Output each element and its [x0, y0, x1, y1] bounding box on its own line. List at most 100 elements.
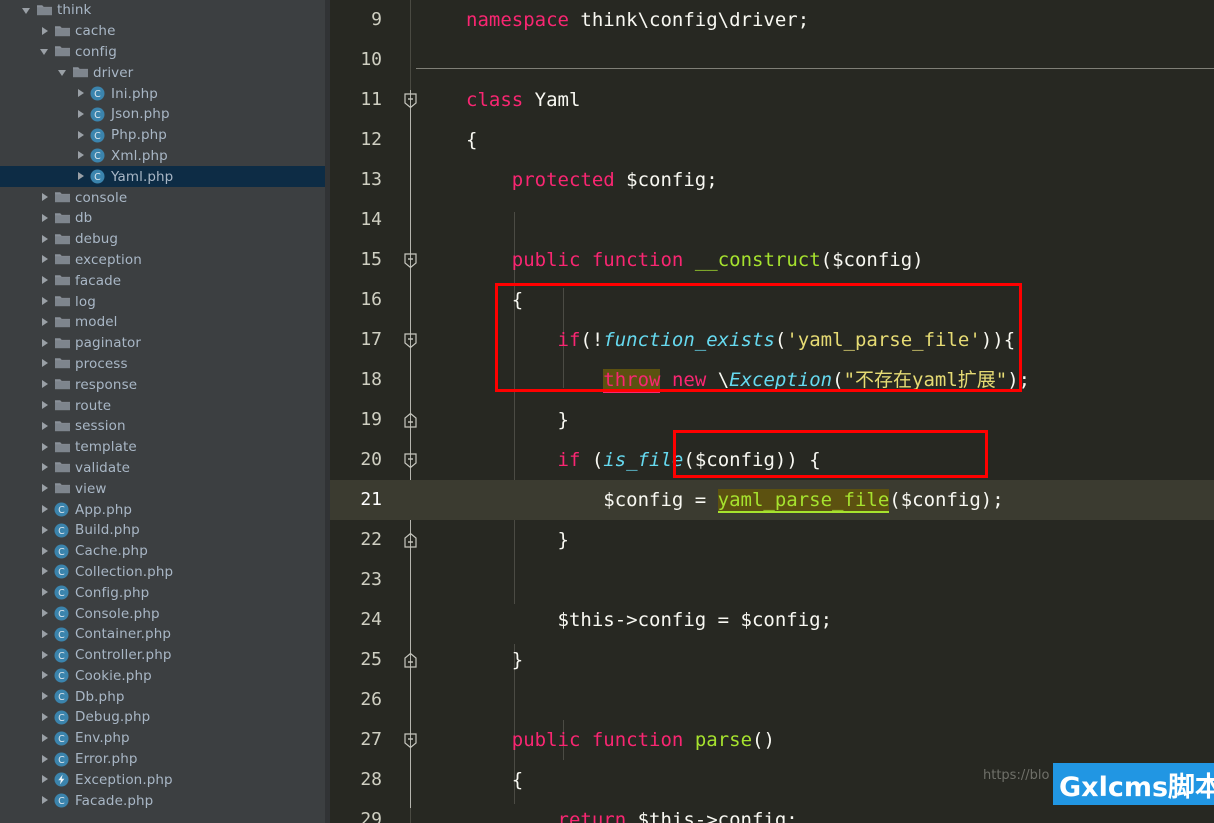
chevron-right-icon[interactable]	[40, 483, 51, 494]
fold-start-icon[interactable]	[402, 452, 419, 469]
tree-item-exception-php[interactable]: Exception.php	[0, 769, 330, 790]
fold-start-icon[interactable]	[402, 732, 419, 749]
fold-start-icon[interactable]	[402, 332, 419, 349]
tree-item-exception[interactable]: exception	[0, 250, 330, 271]
tree-item-log[interactable]: log	[0, 291, 330, 312]
chevron-right-icon[interactable]	[40, 691, 51, 702]
chevron-right-icon[interactable]	[40, 566, 51, 577]
code-line-13[interactable]: 13 protected $config;	[330, 160, 1214, 200]
chevron-right-icon[interactable]	[40, 421, 51, 432]
chevron-right-icon[interactable]	[76, 130, 87, 141]
code-line-17[interactable]: 17 if(!function_exists('yaml_parse_file'…	[330, 320, 1214, 360]
code-line-20[interactable]: 20 if (is_file($config)) {	[330, 440, 1214, 480]
chevron-right-icon[interactable]	[40, 712, 51, 723]
tree-item-response[interactable]: response	[0, 374, 330, 395]
code-line-14[interactable]: 14	[330, 200, 1214, 240]
chevron-right-icon[interactable]	[40, 358, 51, 369]
code-line-18[interactable]: 18 throw new \Exception("不存在yaml扩展");	[330, 360, 1214, 400]
chevron-right-icon[interactable]	[40, 525, 51, 536]
chevron-right-icon[interactable]	[40, 504, 51, 515]
tree-item-route[interactable]: route	[0, 395, 330, 416]
chevron-right-icon[interactable]	[76, 88, 87, 99]
chevron-right-icon[interactable]	[40, 213, 51, 224]
tree-item-env-php[interactable]: C Env.php	[0, 728, 330, 749]
chevron-right-icon[interactable]	[40, 670, 51, 681]
tree-item-debug-php[interactable]: C Debug.php	[0, 707, 330, 728]
tree-item-console[interactable]: console	[0, 187, 330, 208]
tree-item-view[interactable]: view	[0, 478, 330, 499]
tree-item-ini-php[interactable]: C Ini.php	[0, 83, 330, 104]
chevron-right-icon[interactable]	[40, 379, 51, 390]
tree-item-container-php[interactable]: C Container.php	[0, 624, 330, 645]
tree-item-config[interactable]: config	[0, 42, 330, 63]
code-line-19[interactable]: 19 }	[330, 400, 1214, 440]
tree-item-facade[interactable]: facade	[0, 270, 330, 291]
fold-end-icon[interactable]	[402, 532, 419, 549]
chevron-right-icon[interactable]	[40, 338, 51, 349]
chevron-right-icon[interactable]	[40, 442, 51, 453]
code-line-25[interactable]: 25 }	[330, 640, 1214, 680]
chevron-right-icon[interactable]	[40, 795, 51, 806]
chevron-right-icon[interactable]	[40, 296, 51, 307]
tree-item-collection-php[interactable]: C Collection.php	[0, 562, 330, 583]
chevron-right-icon[interactable]	[40, 234, 51, 245]
code-editor[interactable]: 9 namespace think\config\driver; 10 11 class…	[330, 0, 1214, 823]
tree-item-db-php[interactable]: C Db.php	[0, 686, 330, 707]
tree-item-xml-php[interactable]: C Xml.php	[0, 146, 330, 167]
chevron-right-icon[interactable]	[40, 754, 51, 765]
code-line-12[interactable]: 12 {	[330, 120, 1214, 160]
fold-end-icon[interactable]	[402, 412, 419, 429]
code-line-22[interactable]: 22 }	[330, 520, 1214, 560]
chevron-right-icon[interactable]	[40, 733, 51, 744]
chevron-down-icon[interactable]	[58, 67, 69, 78]
code-line-23[interactable]: 23	[330, 560, 1214, 600]
tree-item-model[interactable]: model	[0, 312, 330, 333]
tree-item-php-php[interactable]: C Php.php	[0, 125, 330, 146]
chevron-right-icon[interactable]	[40, 629, 51, 640]
code-line-15[interactable]: 15 public function __construct($config)	[330, 240, 1214, 280]
tree-item-app-php[interactable]: C App.php	[0, 499, 330, 520]
fold-end-icon[interactable]	[402, 652, 419, 669]
code-line-11[interactable]: 11 class Yaml	[330, 80, 1214, 120]
tree-item-db[interactable]: db	[0, 208, 330, 229]
tree-item-console-php[interactable]: C Console.php	[0, 603, 330, 624]
chevron-right-icon[interactable]	[40, 587, 51, 598]
tree-item-cache[interactable]: cache	[0, 21, 330, 42]
chevron-right-icon[interactable]	[76, 109, 87, 120]
code-line-10[interactable]: 10	[330, 40, 1214, 80]
project-tree[interactable]: think cache config driver C Ini.php C Json.php C…	[0, 0, 330, 811]
tree-item-process[interactable]: process	[0, 354, 330, 375]
chevron-right-icon[interactable]	[40, 254, 51, 265]
fold-start-icon[interactable]	[402, 252, 419, 269]
tree-item-driver[interactable]: driver	[0, 62, 330, 83]
tree-item-cache-php[interactable]: C Cache.php	[0, 541, 330, 562]
chevron-right-icon[interactable]	[40, 462, 51, 473]
sidebar-scrollbar-track[interactable]	[318, 0, 325, 823]
chevron-right-icon[interactable]	[40, 608, 51, 619]
chevron-right-icon[interactable]	[40, 546, 51, 557]
chevron-right-icon[interactable]	[40, 275, 51, 286]
fold-start-icon[interactable]	[402, 92, 419, 109]
code-line-27[interactable]: 27 public function parse()	[330, 720, 1214, 760]
chevron-down-icon[interactable]	[40, 46, 51, 57]
chevron-right-icon[interactable]	[76, 171, 87, 182]
chevron-right-icon[interactable]	[40, 650, 51, 661]
chevron-right-icon[interactable]	[40, 317, 51, 328]
tree-item-yaml-php[interactable]: C Yaml.php	[0, 166, 330, 188]
tree-item-think[interactable]: think	[0, 0, 330, 21]
tree-item-session[interactable]: session	[0, 416, 330, 437]
tree-item-debug[interactable]: debug	[0, 229, 330, 250]
tree-item-build-php[interactable]: C Build.php	[0, 520, 330, 541]
chevron-right-icon[interactable]	[40, 26, 51, 37]
tree-item-validate[interactable]: validate	[0, 458, 330, 479]
tree-item-paginator[interactable]: paginator	[0, 333, 330, 354]
tree-item-facade-php[interactable]: C Facade.php	[0, 790, 330, 811]
tree-item-error-php[interactable]: C Error.php	[0, 749, 330, 770]
chevron-right-icon[interactable]	[76, 150, 87, 161]
tree-item-controller-php[interactable]: C Controller.php	[0, 645, 330, 666]
project-tree-sidebar[interactable]: think cache config driver C Ini.php C Json.php C…	[0, 0, 330, 823]
tree-item-config-php[interactable]: C Config.php	[0, 582, 330, 603]
chevron-right-icon[interactable]	[40, 192, 51, 203]
code-line-26[interactable]: 26	[330, 680, 1214, 720]
code-line-16[interactable]: 16 {	[330, 280, 1214, 320]
